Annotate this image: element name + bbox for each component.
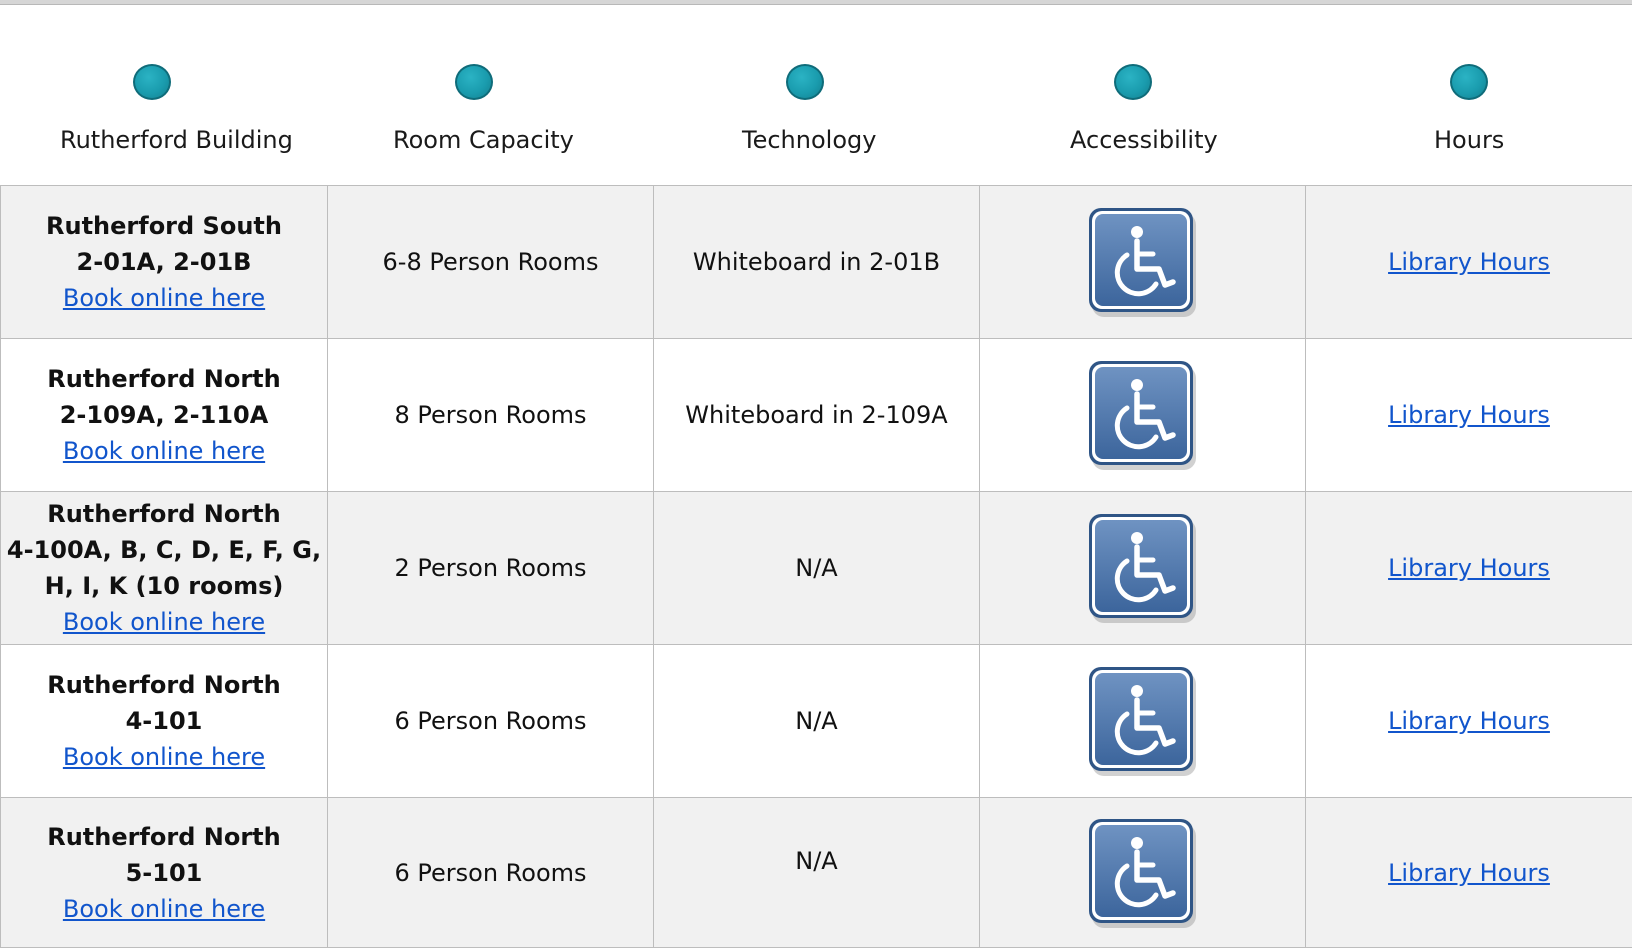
building-name: Rutherford North — [1, 496, 327, 532]
wheelchair-accessible-icon — [1087, 358, 1199, 472]
book-online-link[interactable]: Book online here — [63, 284, 265, 312]
table-row: Rutherford North 5-101 Book online here … — [1, 798, 1632, 948]
book-online-link[interactable]: Book online here — [63, 895, 265, 923]
wheelchair-accessible-icon — [1087, 664, 1199, 778]
building-cell: Rutherford North 5-101 Book online here — [1, 798, 328, 948]
library-hours-link[interactable]: Library Hours — [1388, 401, 1550, 429]
header-accessibility-label: Accessibility — [1070, 126, 1218, 154]
building-cell: Rutherford South 2-01A, 2-01B Book onlin… — [1, 186, 328, 339]
accessibility-cell — [980, 645, 1306, 798]
book-online-link[interactable]: Book online here — [63, 743, 265, 771]
building-bullet-icon — [133, 64, 171, 100]
technology-text: N/A — [795, 847, 837, 875]
building-cell: Rutherford North 4-100A, B, C, D, E, F, … — [1, 492, 328, 645]
header-technology-label: Technology — [742, 126, 876, 154]
library-hours-link[interactable]: Library Hours — [1388, 859, 1550, 887]
hours-cell: Library Hours — [1306, 492, 1632, 645]
capacity-cell: 6-8 Person Rooms — [328, 186, 654, 339]
technology-cell: Whiteboard in 2-01B — [654, 186, 980, 339]
hours-bullet-icon — [1450, 64, 1488, 100]
accessibility-bullet-icon — [1114, 64, 1152, 100]
book-online-link[interactable]: Book online here — [63, 437, 265, 465]
building-name: Rutherford North — [1, 361, 327, 397]
library-hours-link[interactable]: Library Hours — [1388, 554, 1550, 582]
building-rooms: 4-100A, B, C, D, E, F, G, — [1, 532, 327, 568]
hours-cell: Library Hours — [1306, 798, 1632, 948]
technology-cell: N/A — [654, 492, 980, 645]
building-rooms-continued: H, I, K (10 rooms) — [1, 568, 327, 604]
accessibility-cell — [980, 339, 1306, 492]
hours-cell: Library Hours — [1306, 186, 1632, 339]
building-name: Rutherford North — [1, 667, 327, 703]
building-rooms: 4-101 — [1, 703, 327, 739]
wheelchair-accessible-icon — [1087, 816, 1199, 930]
hours-cell: Library Hours — [1306, 339, 1632, 492]
book-online-link[interactable]: Book online here — [63, 608, 265, 636]
wheelchair-accessible-icon — [1087, 511, 1199, 625]
capacity-bullet-icon — [455, 64, 493, 100]
library-hours-link[interactable]: Library Hours — [1388, 707, 1550, 735]
accessibility-cell — [980, 186, 1306, 339]
building-cell: Rutherford North 4-101 Book online here — [1, 645, 328, 798]
table-row: Rutherford South 2-01A, 2-01B Book onlin… — [1, 186, 1632, 339]
building-rooms: 5-101 — [1, 855, 327, 891]
library-hours-link[interactable]: Library Hours — [1388, 248, 1550, 276]
technology-cell: N/A — [654, 645, 980, 798]
rooms-table: Rutherford South 2-01A, 2-01B Book onlin… — [0, 185, 1632, 948]
wheelchair-accessible-icon — [1087, 205, 1199, 319]
table-row: Rutherford North 4-101 Book online here … — [1, 645, 1632, 798]
building-name: Rutherford North — [1, 819, 327, 855]
capacity-cell: 6 Person Rooms — [328, 798, 654, 948]
capacity-cell: 2 Person Rooms — [328, 492, 654, 645]
hours-cell: Library Hours — [1306, 645, 1632, 798]
building-rooms: 2-01A, 2-01B — [1, 244, 327, 280]
building-rooms: 2-109A, 2-110A — [1, 397, 327, 433]
table-row: Rutherford North 4-100A, B, C, D, E, F, … — [1, 492, 1632, 645]
capacity-cell: 8 Person Rooms — [328, 339, 654, 492]
header-building-label: Rutherford Building — [60, 126, 293, 154]
technology-cell: Whiteboard in 2-109A — [654, 339, 980, 492]
table-row: Rutherford North 2-109A, 2-110A Book onl… — [1, 339, 1632, 492]
header-hours-label: Hours — [1434, 126, 1504, 154]
capacity-cell: 6 Person Rooms — [328, 645, 654, 798]
accessibility-cell — [980, 798, 1306, 948]
building-name: Rutherford South — [1, 208, 327, 244]
building-cell: Rutherford North 2-109A, 2-110A Book onl… — [1, 339, 328, 492]
table-header: Rutherford Building Room Capacity Techno… — [0, 0, 1632, 185]
technology-cell: N/A — [654, 798, 980, 948]
technology-bullet-icon — [786, 64, 824, 100]
accessibility-cell — [980, 492, 1306, 645]
header-capacity-label: Room Capacity — [393, 126, 574, 154]
